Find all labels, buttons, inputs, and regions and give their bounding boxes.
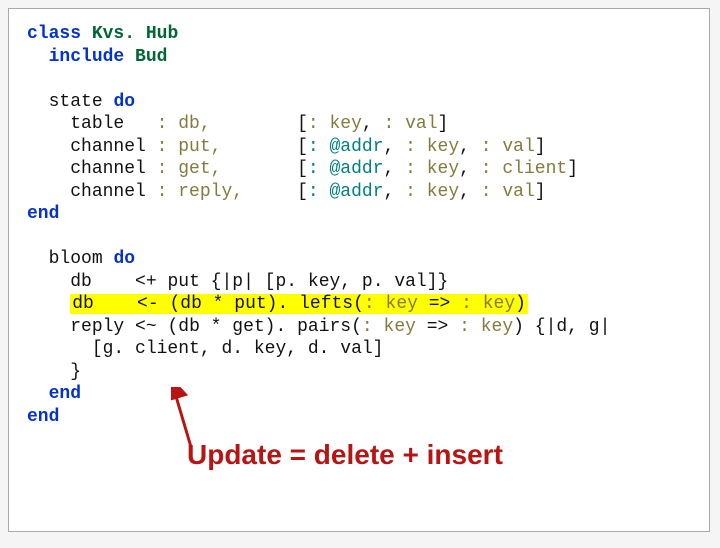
bloom-word: bloom	[49, 249, 103, 269]
kw-end: end	[49, 384, 81, 404]
rhs: : key	[459, 317, 513, 337]
callout-text: Update = delete + insert	[187, 439, 503, 471]
kw-end: end	[27, 407, 59, 427]
schema-close: ]	[567, 159, 578, 179]
close-brace: }	[70, 362, 81, 382]
class-name: Kvs. Hub	[92, 24, 178, 44]
sep: ,	[362, 114, 384, 134]
state-word: state	[49, 92, 103, 112]
rhs: . pairs(	[276, 317, 362, 337]
sep: ,	[384, 159, 406, 179]
decl-name: : put,	[157, 137, 222, 157]
decl-kind: channel	[70, 182, 146, 202]
rhs: =>	[418, 294, 461, 314]
rhs: (db * get)	[167, 317, 275, 337]
kw-include: include	[49, 47, 125, 67]
op: <+	[135, 272, 157, 292]
lhs: reply	[70, 317, 124, 337]
schema-k1: : @addr	[308, 137, 384, 157]
rhs: . key, p	[286, 272, 372, 292]
schema-open: [	[297, 159, 308, 179]
schema-k3: : client	[481, 159, 567, 179]
decl-name: : get,	[157, 159, 222, 179]
rhs: . val]	[319, 339, 384, 359]
decl-kind: table	[70, 114, 124, 134]
sep: ,	[459, 182, 481, 202]
schema-close: ]	[438, 114, 449, 134]
rhs: . key, d	[232, 339, 318, 359]
schema-close: ]	[535, 182, 546, 202]
schema-open: [	[297, 182, 308, 202]
schema-open: [	[297, 137, 308, 157]
schema-k3: : val	[481, 137, 535, 157]
rhs: ) {|d, g|	[513, 317, 610, 337]
rhs: : key	[461, 294, 515, 314]
rhs: . client, d	[113, 339, 232, 359]
schema-k2: : val	[384, 114, 438, 134]
sep: ,	[459, 137, 481, 157]
op: <~	[135, 317, 157, 337]
schema-close: ]	[535, 137, 546, 157]
schema-k2: : key	[405, 182, 459, 202]
decl-name: : db,	[157, 114, 211, 134]
rhs: [g	[92, 339, 114, 359]
decl-kind: channel	[70, 159, 146, 179]
rhs: : key	[362, 317, 416, 337]
rhs: . val]}	[373, 272, 449, 292]
sep: ,	[384, 182, 406, 202]
decl-name: : reply,	[157, 182, 243, 202]
decl-kind: channel	[70, 137, 146, 157]
kw-end: end	[27, 204, 59, 224]
rhs: =>	[416, 317, 459, 337]
lhs: db	[72, 294, 94, 314]
kw-class: class	[27, 24, 81, 44]
rhs: )	[515, 294, 526, 314]
schema-k1: : key	[308, 114, 362, 134]
schema-k2: : key	[405, 159, 459, 179]
highlighted-line: db <- (db * put). lefts(: key => : key)	[70, 294, 528, 314]
schema-open: [	[297, 114, 308, 134]
kw-do: do	[113, 92, 135, 112]
schema-k2: : key	[405, 137, 459, 157]
lhs: db	[70, 272, 92, 292]
rhs: . lefts(	[278, 294, 364, 314]
rhs: (db * put)	[169, 294, 277, 314]
sep: ,	[459, 159, 481, 179]
schema-k3: : val	[481, 182, 535, 202]
rhs: put {|p| [p	[167, 272, 286, 292]
module-name: Bud	[135, 47, 167, 67]
kw-do: do	[113, 249, 135, 269]
rhs: : key	[364, 294, 418, 314]
slide-frame: class Kvs. Hub include Bud state do tabl…	[8, 8, 710, 532]
code-block: class Kvs. Hub include Bud state do tabl…	[27, 23, 691, 428]
schema-k1: : @addr	[308, 182, 384, 202]
op: <-	[137, 294, 159, 314]
schema-k1: : @addr	[308, 159, 384, 179]
sep: ,	[384, 137, 406, 157]
